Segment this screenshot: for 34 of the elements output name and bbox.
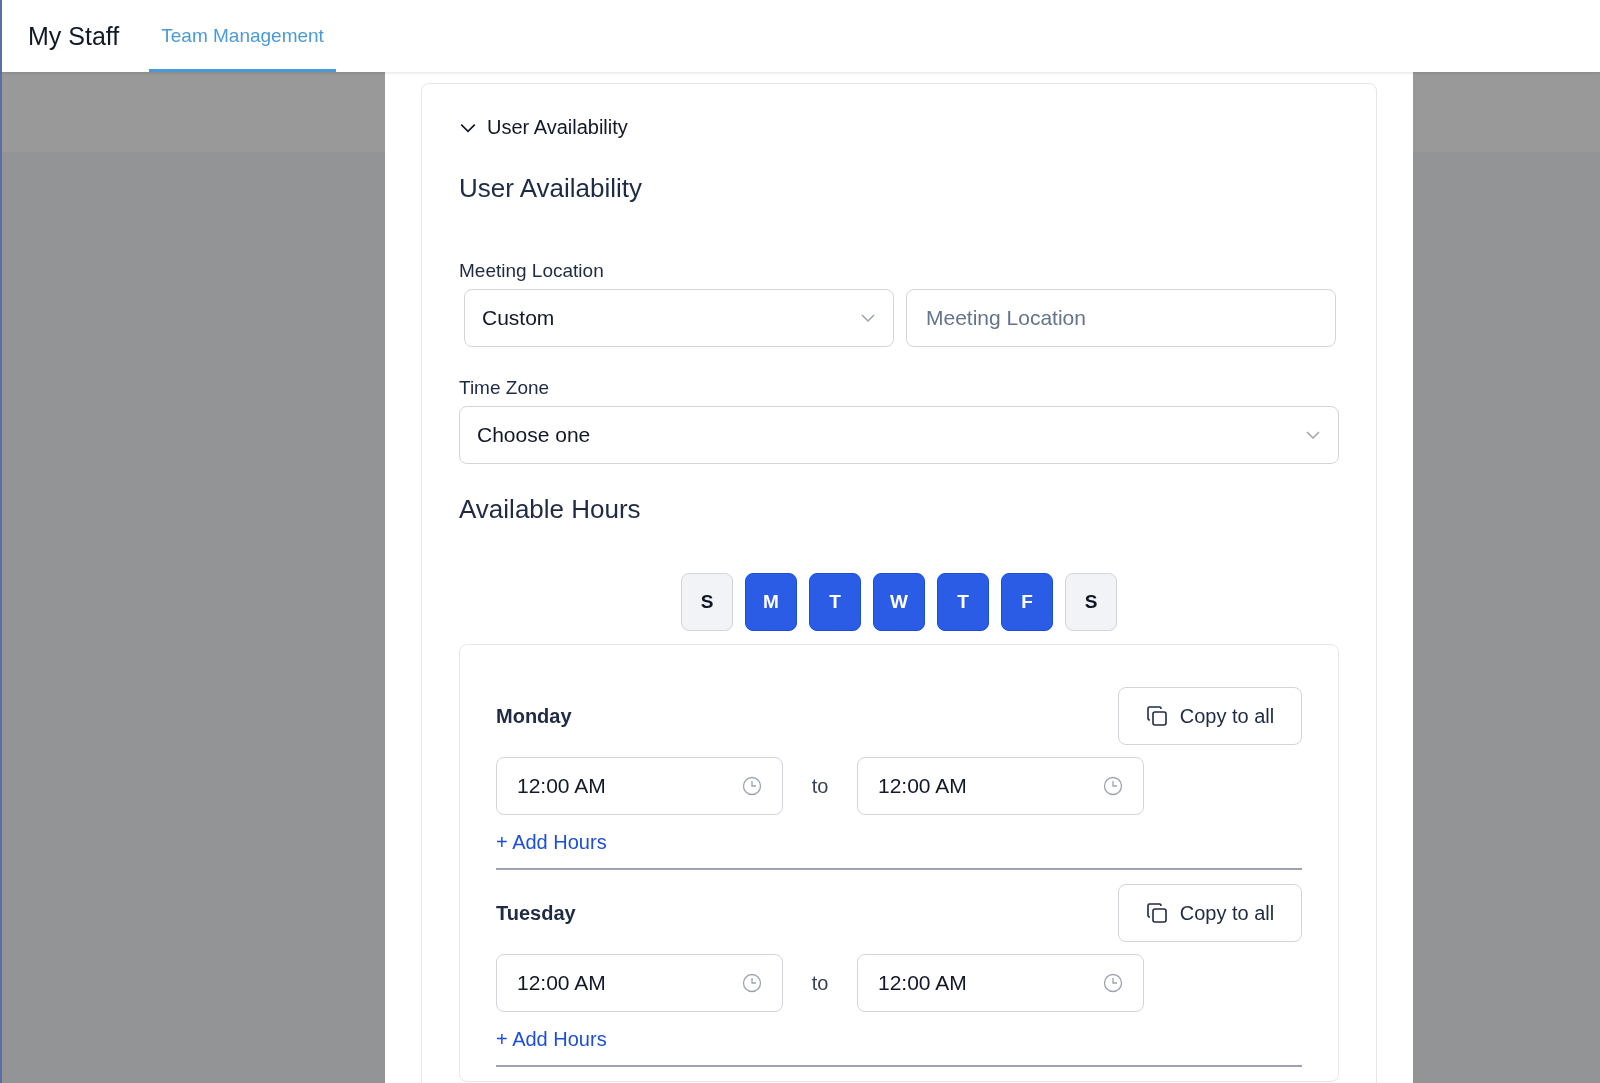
end-time-field[interactable]: 12:00 AM (857, 954, 1144, 1012)
add-hours-link[interactable]: + Add Hours (496, 831, 607, 854)
clock-icon (1103, 776, 1123, 796)
clock-icon (1103, 973, 1123, 993)
day-toggle[interactable]: M (745, 573, 797, 631)
field-label: Meeting Location (459, 260, 605, 282)
add-hours-link[interactable]: + Add Hours (496, 1028, 607, 1051)
start-time-field[interactable]: 12:00 AM (496, 757, 783, 815)
day-toggle[interactable]: F (1001, 573, 1053, 631)
end-time-field[interactable]: 12:00 AM (857, 757, 1144, 815)
start-time-field[interactable]: 12:00 AM (496, 954, 783, 1012)
day-toggle[interactable]: W (873, 573, 925, 631)
location-type-select[interactable]: Custom (464, 289, 894, 347)
day-toggle[interactable]: S (681, 573, 733, 631)
range-separator: to (810, 774, 830, 798)
day-toggle[interactable]: T (809, 573, 861, 631)
copy-to-all-button[interactable]: Copy to all (1118, 884, 1302, 942)
section-toggle[interactable]: User Availability (459, 116, 1339, 139)
copy-icon (1145, 902, 1168, 924)
copy-icon (1145, 705, 1168, 727)
meeting-location-input[interactable]: Meeting Location (906, 289, 1336, 347)
range-separator: to (810, 971, 830, 995)
field-label: Time Zone (459, 377, 551, 399)
copy-to-all-button[interactable]: Copy to all (1118, 687, 1302, 745)
day-toggle[interactable]: S (1065, 573, 1117, 631)
day-toggle[interactable]: T (937, 573, 989, 631)
clock-icon (742, 776, 762, 796)
section-title: User Availability (459, 173, 644, 204)
clock-icon (742, 973, 762, 993)
time-zone-select[interactable]: Choose one (459, 406, 1339, 464)
day-name: Monday (496, 704, 572, 728)
app-title: My Staff (28, 20, 120, 52)
section-title: Available Hours (459, 494, 642, 525)
day-name: Tuesday (496, 901, 576, 925)
